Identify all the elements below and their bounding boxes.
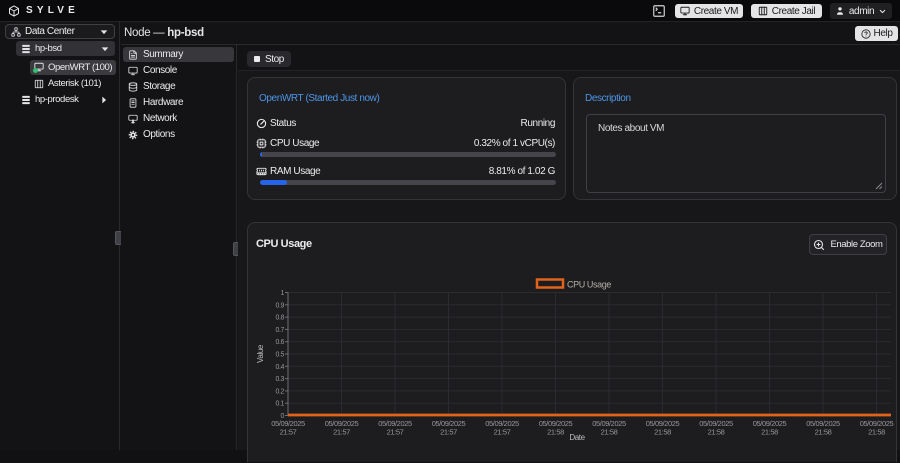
svg-text:21:57: 21:57 <box>440 428 457 437</box>
svg-text:21:58: 21:58 <box>654 428 671 437</box>
svg-text:Value: Value <box>256 344 265 363</box>
svg-text:21:57: 21:57 <box>387 428 404 437</box>
svg-text:0.6: 0.6 <box>275 339 284 346</box>
svg-text:0.7: 0.7 <box>275 327 284 334</box>
svg-text:0.9: 0.9 <box>275 302 284 309</box>
svg-text:0.4: 0.4 <box>275 364 284 371</box>
svg-text:Date: Date <box>569 433 585 442</box>
svg-text:CPU Usage: CPU Usage <box>567 280 611 290</box>
svg-text:21:58: 21:58 <box>547 428 564 437</box>
svg-text:21:58: 21:58 <box>815 428 832 437</box>
svg-text:0.2: 0.2 <box>275 388 284 395</box>
svg-text:21:58: 21:58 <box>761 428 778 437</box>
svg-text:21:58: 21:58 <box>708 428 725 437</box>
svg-text:0.1: 0.1 <box>275 401 284 408</box>
svg-text:21:57: 21:57 <box>333 428 350 437</box>
svg-text:0.3: 0.3 <box>275 376 284 383</box>
svg-text:0.8: 0.8 <box>275 315 284 322</box>
svg-text:0.5: 0.5 <box>275 352 284 359</box>
svg-text:21:58: 21:58 <box>868 428 885 437</box>
svg-text:1: 1 <box>281 290 285 297</box>
svg-text:21:58: 21:58 <box>601 428 618 437</box>
svg-text:21:57: 21:57 <box>280 428 297 437</box>
svg-text:21:57: 21:57 <box>494 428 511 437</box>
